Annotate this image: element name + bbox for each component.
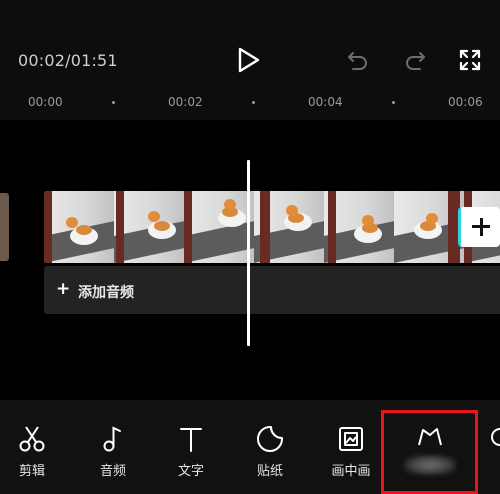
tool-label: 音频 — [99, 464, 126, 479]
playhead[interactable] — [247, 160, 250, 346]
timecode-display: 00:02/01:51 — [18, 51, 118, 70]
undo-icon[interactable] — [345, 48, 371, 72]
ruler-tick-label: 00:02 — [168, 95, 203, 109]
previous-clip-edge[interactable] — [0, 193, 9, 261]
music-note-icon — [103, 426, 121, 452]
tool-audio[interactable]: 音频 — [83, 422, 143, 482]
partial-tool-icon[interactable] — [490, 425, 500, 475]
video-thumbnail — [394, 191, 464, 263]
tool-picture-in-picture[interactable]: 画中画 — [321, 422, 381, 482]
preview-control-bar: 00:02/01:51 — [0, 0, 500, 90]
video-thumbnail — [44, 191, 114, 263]
time-ruler[interactable]: 00:00 00:02 00:04 00:06 — [0, 90, 500, 120]
add-audio-track[interactable]: + 添加音频 — [44, 266, 500, 314]
tool-cut[interactable]: 剪辑 — [2, 422, 62, 482]
ruler-tick-label: 00:00 — [28, 95, 63, 109]
video-thumbnail — [184, 191, 254, 263]
video-clip-track[interactable] — [44, 191, 500, 263]
add-clip-button[interactable] — [458, 207, 500, 247]
redo-icon[interactable] — [402, 48, 428, 72]
text-icon — [180, 428, 202, 452]
tool-label: 贴纸 — [256, 464, 283, 479]
play-icon[interactable] — [236, 46, 262, 74]
tool-label: 文字 — [177, 464, 204, 479]
ruler-tick-dot — [392, 101, 395, 104]
ruler-tick-label: 00:04 — [308, 95, 343, 109]
video-thumbnail — [324, 191, 394, 263]
tool-text[interactable]: 文字 — [161, 422, 221, 482]
scissors-icon — [19, 426, 45, 452]
fullscreen-icon[interactable] — [458, 48, 482, 72]
sticker-icon — [257, 426, 283, 452]
plus-icon: + — [56, 279, 71, 299]
video-thumbnail — [254, 191, 324, 263]
tool-label: 画中画 — [331, 464, 371, 479]
highlight-box — [381, 410, 478, 494]
video-thumbnail — [114, 191, 184, 263]
add-audio-label: 添加音频 — [78, 285, 134, 301]
ruler-tick-label: 00:06 — [448, 95, 483, 109]
ruler-tick-dot — [112, 101, 115, 104]
tool-label: 剪辑 — [18, 464, 45, 479]
ruler-tick-dot — [252, 101, 255, 104]
picture-in-picture-icon — [339, 427, 363, 451]
tool-sticker[interactable]: 贴纸 — [240, 422, 300, 482]
